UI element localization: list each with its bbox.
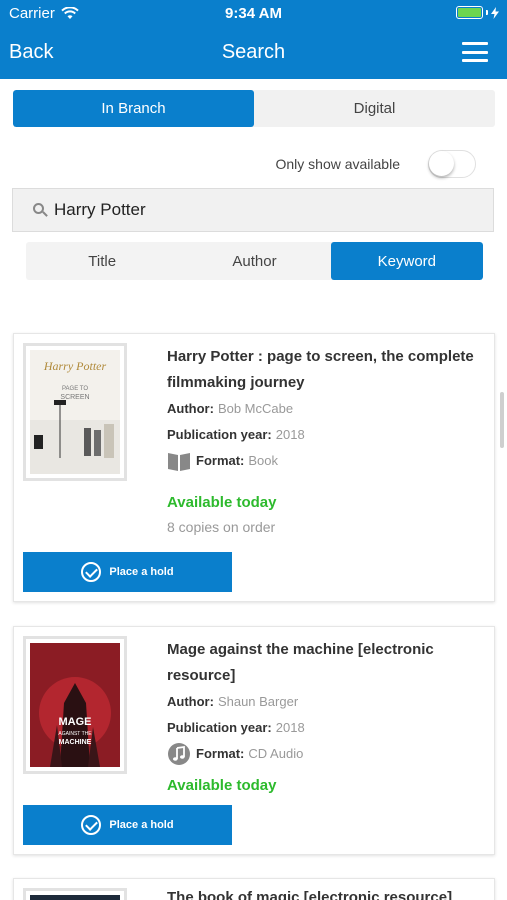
format-value: CD Audio — [248, 746, 304, 761]
search-type-segmented-control: Title Author Keyword — [26, 242, 483, 280]
result-title[interactable]: Harry Potter : page to screen, the compl… — [167, 344, 477, 396]
cover-image: Harry Potter PAGE TO SCREEN — [30, 350, 120, 474]
format-row: Format: Book — [167, 448, 477, 474]
cover-image: MAGE AGAINST THE MACHINE — [30, 643, 120, 767]
navigation-bar: Back Search — [0, 32, 507, 76]
author-row: Author: Shaun Barger — [167, 689, 477, 715]
svg-text:AGAINST THE: AGAINST THE — [58, 731, 92, 737]
author-label: Author: — [167, 401, 214, 416]
search-icon — [33, 203, 48, 217]
status-bar: Carrier 9:34 AM — [0, 0, 507, 28]
format-value: Book — [248, 453, 279, 468]
tab-keyword[interactable]: Keyword — [330, 242, 483, 280]
author-value: Shaun Barger — [217, 694, 299, 709]
check-circle-icon — [81, 562, 102, 582]
svg-text:PAGE TO: PAGE TO — [62, 386, 88, 392]
place-hold-button[interactable]: Place a hold — [23, 552, 232, 592]
tab-author[interactable]: Author — [178, 242, 330, 280]
tab-digital[interactable]: Digital — [254, 90, 495, 127]
year-label: Publication year: — [167, 427, 272, 442]
result-info: Mage against the machine [electronic res… — [167, 637, 477, 794]
year-value: 2018 — [275, 720, 305, 735]
year-label: Publication year: — [167, 720, 272, 735]
place-hold-label: Place a hold — [109, 566, 174, 578]
copies-on-order: 8 copies on order — [167, 519, 276, 535]
svg-text:MACHINE: MACHINE — [59, 739, 92, 746]
charging-bolt-icon — [491, 6, 499, 19]
search-bar — [12, 188, 494, 232]
year-row: Publication year: 2018 — [167, 715, 477, 741]
format-row: Format: CD Audio — [167, 741, 477, 767]
availability-status: Available today — [167, 494, 277, 511]
author-label: Author: — [167, 694, 214, 709]
result-title[interactable]: Mage against the machine [electronic res… — [167, 637, 477, 689]
location-segmented-control: In Branch Digital — [13, 90, 495, 127]
book-cover[interactable] — [23, 888, 127, 900]
result-card[interactable]: The book of magic [electronic resource] — [13, 878, 495, 900]
result-info: Harry Potter : page to screen, the compl… — [167, 344, 477, 535]
svg-text:MAGE: MAGE — [59, 716, 92, 728]
only-available-toggle[interactable] — [428, 150, 476, 178]
hamburger-menu-icon[interactable] — [462, 42, 488, 62]
result-info: The book of magic [electronic resource] — [167, 885, 477, 900]
page-title: Search — [221, 41, 286, 63]
book-cover[interactable]: MAGE AGAINST THE MACHINE — [23, 636, 127, 774]
format-label: Format: — [196, 453, 245, 468]
year-row: Publication year: 2018 — [167, 422, 477, 448]
check-circle-icon — [81, 815, 102, 835]
place-hold-label: Place a hold — [109, 819, 174, 831]
clock: 9:34 AM — [225, 5, 282, 22]
search-input[interactable] — [54, 200, 454, 220]
place-hold-button[interactable]: Place a hold — [23, 805, 232, 845]
result-title[interactable]: The book of magic [electronic resource] — [167, 885, 477, 900]
tab-in-branch[interactable]: In Branch — [13, 90, 254, 127]
svg-text:Harry Potter: Harry Potter — [43, 359, 107, 373]
battery-icon — [456, 6, 499, 19]
music-note-icon — [168, 743, 190, 765]
format-label: Format: — [196, 746, 245, 761]
result-card[interactable]: Harry Potter PAGE TO SCREEN Harry Potter… — [13, 333, 495, 602]
result-card[interactable]: MAGE AGAINST THE MACHINE Mage against th… — [13, 626, 495, 855]
only-available-label: Only show available — [275, 156, 400, 172]
only-available-row: Only show available — [275, 150, 476, 178]
book-cover[interactable]: Harry Potter PAGE TO SCREEN — [23, 343, 127, 481]
author-value: Bob McCabe — [217, 401, 294, 416]
availability-status: Available today — [167, 777, 277, 794]
tab-title[interactable]: Title — [26, 242, 178, 280]
year-value: 2018 — [275, 427, 305, 442]
book-icon — [168, 453, 190, 471]
author-row: Author: Bob McCabe — [167, 396, 477, 422]
top-bar: Carrier 9:34 AM Back Search — [0, 0, 507, 79]
scrollbar[interactable] — [500, 392, 504, 448]
svg-text:SCREEN: SCREEN — [60, 394, 89, 401]
